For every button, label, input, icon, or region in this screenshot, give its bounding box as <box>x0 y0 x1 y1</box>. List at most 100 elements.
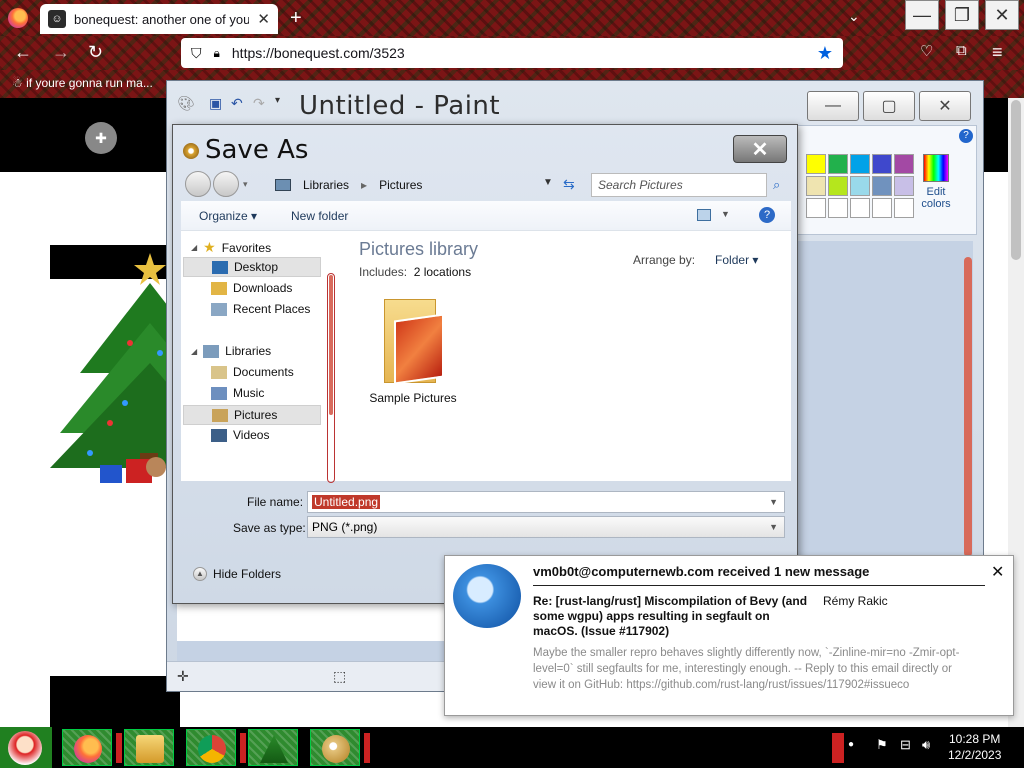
color-swatch[interactable] <box>828 154 848 174</box>
color-swatch[interactable] <box>894 198 914 218</box>
quick-access-dropdown-icon[interactable]: ▾ <box>275 95 280 106</box>
color-swatch[interactable] <box>894 176 914 196</box>
color-swatch[interactable] <box>872 154 892 174</box>
notification-close-icon[interactable]: ✕ <box>991 562 1004 582</box>
hide-folders-button[interactable]: ▲ Hide Folders <box>193 567 281 581</box>
taskbar-firefox[interactable] <box>62 729 112 766</box>
folder-sample-pictures[interactable]: Sample Pictures <box>365 293 461 405</box>
view-icon[interactable] <box>697 209 711 221</box>
nav-documents[interactable]: Documents <box>211 365 294 379</box>
breadcrumb[interactable]: Libraries ▸ Pictures <box>275 173 575 197</box>
mail-notification[interactable]: vm0b0t@computernewb.com received 1 new m… <box>444 555 1014 716</box>
paint-app-icon[interactable]: 🎨︎ <box>177 95 195 112</box>
url-text[interactable]: https://bonequest.com/3523 <box>232 45 805 61</box>
thunderbird-icon <box>453 564 521 628</box>
save-type-dropdown-icon[interactable]: ▼ <box>769 522 778 532</box>
nav-libraries[interactable]: ◢ Libraries <box>191 344 271 358</box>
forward-icon[interactable]: → <box>52 42 70 63</box>
nav-recent-places[interactable]: Recent Places <box>211 302 310 316</box>
back-icon[interactable]: ← <box>14 42 32 63</box>
file-name-dropdown-icon[interactable]: ▼ <box>769 497 778 507</box>
color-swatch[interactable] <box>806 154 826 174</box>
color-swatch[interactable] <box>894 154 914 174</box>
nav-pictures[interactable]: Pictures <box>183 405 321 425</box>
notification-sender: Rémy Rakic <box>823 594 888 608</box>
back-button[interactable] <box>185 171 211 197</box>
save-icon[interactable]: ▣ <box>209 95 222 112</box>
color-swatch[interactable] <box>872 198 892 218</box>
color-swatch[interactable] <box>806 176 826 196</box>
color-swatch[interactable] <box>828 198 848 218</box>
action-center-icon[interactable]: ⚑ <box>876 737 888 753</box>
save-type-select[interactable]: PNG (*.png) ▼ <box>307 516 785 538</box>
undo-icon[interactable]: ↶ <box>231 95 243 112</box>
browser-tab[interactable]: ☺ bonequest: another one of your tr ✕ <box>40 4 278 34</box>
bookmark-item[interactable]: ☃ if youre gonna run ma... <box>12 76 153 90</box>
navigation-pane: ◢ ★ Favorites Desktop Downloads Recent P… <box>181 231 341 483</box>
search-icon[interactable]: ⌕ <box>773 177 780 193</box>
paint-maximize-button[interactable]: ▢ <box>863 91 915 121</box>
nav-favorites[interactable]: ◢ ★ Favorites <box>191 239 271 256</box>
taskbar-tree-app[interactable] <box>248 729 298 766</box>
arrange-dropdown[interactable]: Folder ▾ <box>705 253 758 267</box>
restore-icon[interactable]: ❐ <box>945 0 979 30</box>
edit-colors-button[interactable]: Edit colors <box>916 154 956 210</box>
volume-icon[interactable]: 🔊︎ <box>922 737 930 753</box>
new-tab-icon[interactable]: + <box>290 7 302 30</box>
nav-desktop[interactable]: Desktop <box>183 257 321 277</box>
forward-button[interactable] <box>213 171 239 197</box>
dialog-body: Organize ▾ New folder ▼ ? ◢ ★ Favorites … <box>181 201 791 483</box>
paint-close-button[interactable]: ✕ <box>919 91 971 121</box>
nav-downloads[interactable]: Downloads <box>211 281 292 295</box>
lock-icon[interactable]: 🔒︎ <box>214 46 220 61</box>
organize-button[interactable]: Organize ▾ <box>199 209 257 223</box>
clock[interactable]: 10:28 PM 12/2/2023 <box>948 731 1001 763</box>
taskbar-explorer[interactable] <box>124 729 174 766</box>
color-swatch[interactable] <box>850 198 870 218</box>
tray-dot-icon[interactable]: ● <box>848 739 854 750</box>
view-dropdown-icon[interactable]: ▼ <box>721 209 730 219</box>
bookmark-star-icon[interactable]: ★ <box>817 43 833 64</box>
paint-help-icon[interactable]: ? <box>959 129 973 143</box>
refresh-icon[interactable]: ⇆ <box>563 176 575 193</box>
breadcrumb-libraries[interactable]: Libraries <box>303 178 349 192</box>
show-hidden-icons[interactable] <box>832 733 844 763</box>
includes-locations-link[interactable]: 2 locations <box>414 265 471 279</box>
close-tab-icon[interactable]: ✕ <box>257 10 270 28</box>
pocket-icon[interactable]: ♡ <box>920 42 933 60</box>
new-folder-button[interactable]: New folder <box>291 209 348 223</box>
breadcrumb-pictures[interactable]: Pictures <box>379 178 422 192</box>
shield-icon[interactable]: ⛉ <box>191 45 202 62</box>
history-dropdown-icon[interactable]: ▾ <box>243 179 248 190</box>
redo-icon[interactable]: ↷ <box>253 95 265 112</box>
color-swatch[interactable] <box>850 176 870 196</box>
start-button[interactable] <box>0 727 52 768</box>
reload-icon[interactable]: ↻ <box>88 42 103 63</box>
address-dropdown-icon[interactable]: ▼ <box>543 177 553 188</box>
network-icon[interactable]: ⊟ <box>900 737 911 753</box>
firefox-icon[interactable] <box>8 8 28 28</box>
bone-icon[interactable]: ✚ <box>85 122 117 154</box>
dialog-close-button[interactable]: ✕ <box>733 135 787 163</box>
minimize-icon[interactable]: — <box>905 0 939 30</box>
file-name-value[interactable]: Untitled.png <box>312 495 381 509</box>
close-window-icon[interactable]: ✕ <box>985 0 1019 30</box>
color-swatch[interactable] <box>872 176 892 196</box>
file-name-input[interactable]: Untitled.png ▼ <box>307 491 785 513</box>
menu-icon[interactable]: ≡ <box>992 42 1003 63</box>
chevron-down-icon[interactable]: ⌄ <box>848 8 860 25</box>
url-bar[interactable]: ⛉ 🔒︎ https://bonequest.com/3523 ★ <box>181 38 843 68</box>
taskbar-paint[interactable] <box>310 729 360 766</box>
paint-scrollbar[interactable] <box>964 257 972 557</box>
extensions-icon[interactable]: ⧉ <box>956 42 967 59</box>
search-input[interactable]: Search Pictures <box>591 173 767 197</box>
paint-minimize-button[interactable]: — <box>807 91 859 121</box>
color-swatch[interactable] <box>828 176 848 196</box>
nav-scrollbar[interactable] <box>327 273 335 483</box>
help-icon[interactable]: ? <box>759 207 775 223</box>
nav-music[interactable]: Music <box>211 386 264 400</box>
nav-videos[interactable]: Videos <box>211 428 269 442</box>
color-swatch[interactable] <box>850 154 870 174</box>
taskbar-chrome[interactable] <box>186 729 236 766</box>
color-swatch[interactable] <box>806 198 826 218</box>
